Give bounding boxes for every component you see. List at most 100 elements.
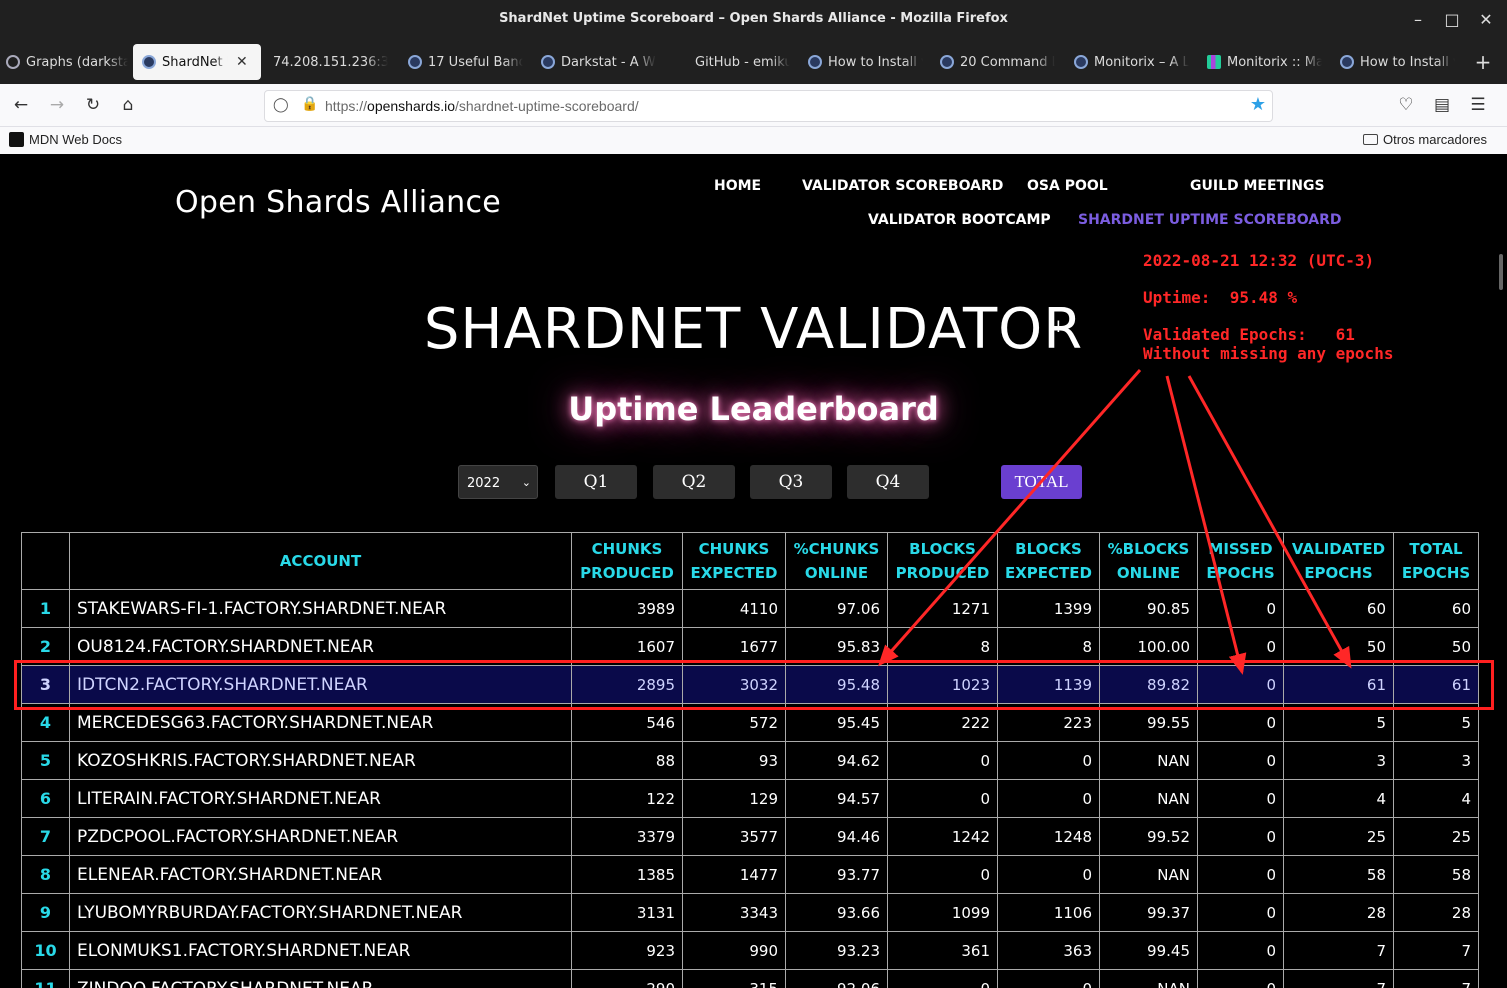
tab-6[interactable]: How to Install v [808, 44, 923, 80]
value-cell: 7 [1283, 931, 1394, 970]
header-account[interactable]: ACCOUNT [69, 532, 572, 590]
highlight-box [14, 660, 1494, 710]
tab-label: How to Install v [828, 54, 923, 70]
q3-button[interactable]: Q3 [750, 465, 832, 499]
tecmint-icon [1340, 55, 1354, 69]
q1-button[interactable]: Q1 [555, 465, 637, 499]
value-cell: 94.62 [785, 741, 888, 780]
monitorix-icon [1207, 55, 1221, 69]
header-pct-blocks-online[interactable]: %BLOCKS ONLINE [1099, 532, 1198, 590]
home-icon[interactable]: ⌂ [116, 93, 140, 117]
value-cell: 3 [1283, 741, 1394, 780]
close-tab-icon[interactable]: ✕ [236, 54, 248, 70]
tab-2[interactable]: 74.208.151.236:30 [273, 44, 388, 80]
tab-7[interactable]: 20 Command Lin [940, 44, 1055, 80]
maximize-icon[interactable]: □ [1442, 10, 1462, 30]
year-select[interactable]: 2022 ⌄ [458, 465, 538, 499]
header-line: VALIDATED [1291, 540, 1386, 558]
value-cell: 0 [887, 969, 998, 988]
header-line: BLOCKS [909, 540, 976, 558]
q4-button[interactable]: Q4 [847, 465, 929, 499]
value-cell: 28 [1283, 893, 1394, 932]
chevron-down-icon: ⌄ [521, 476, 531, 489]
tab-5[interactable]: GitHub - emikul [695, 44, 790, 80]
tab-3[interactable]: 17 Useful Bandw [408, 44, 523, 80]
close-window-icon[interactable]: ✕ [1476, 10, 1496, 30]
value-cell: 122 [571, 779, 683, 818]
tecmint-icon [541, 55, 555, 69]
tecmint-icon [808, 55, 822, 69]
value-cell: 58 [1393, 855, 1479, 894]
header-blocks-expected[interactable]: BLOCKS EXPECTED [997, 532, 1100, 590]
table-row: 6 LITERAIN.FACTORY.SHARDNET.NEAR 122 129 94.… [21, 779, 1479, 818]
site-icon [142, 55, 156, 69]
header-chunks-expected[interactable]: CHUNKS EXPECTED [682, 532, 786, 590]
reload-icon[interactable]: ↻ [81, 93, 105, 117]
value-cell: 0 [887, 779, 998, 818]
bookmark-label: Otros marcadores [1383, 132, 1488, 147]
forward-icon[interactable]: → [45, 93, 69, 117]
tab-1-active[interactable]: ShardNet Uptime ✕ [133, 44, 261, 80]
header-total-epochs[interactable]: TOTAL EPOCHS [1393, 532, 1479, 590]
header-line: %CHUNKS [793, 540, 880, 558]
value-cell: 363 [997, 931, 1100, 970]
sidebar-icon[interactable]: ▤ [1430, 93, 1454, 117]
menu-icon[interactable]: ☰ [1466, 93, 1490, 117]
lock-icon[interactable]: 🔒 [301, 96, 318, 112]
tab-4[interactable]: Darkstat - A Web [541, 44, 656, 80]
header-missed-epochs[interactable]: MISSED EPOCHS [1197, 532, 1284, 590]
tab-10[interactable]: How to Install v [1340, 44, 1455, 80]
value-cell: 1099 [887, 893, 998, 932]
header-line: PRODUCED [895, 564, 990, 582]
q2-button[interactable]: Q2 [653, 465, 735, 499]
scrollbar-thumb[interactable] [1499, 254, 1503, 290]
nav-guild-meetings[interactable]: GUILD MEETINGS [1190, 178, 1325, 194]
tab-0[interactable]: Graphs (darkstat [6, 44, 128, 80]
header-line: BLOCKS [1015, 540, 1082, 558]
site-brand[interactable]: Open Shards Alliance [175, 185, 501, 220]
tab-8[interactable]: Monitorix – A Li [1074, 44, 1189, 80]
value-cell: 0 [887, 855, 998, 894]
value-cell: 3131 [571, 893, 683, 932]
value-cell: 3577 [682, 817, 786, 856]
new-tab-icon[interactable]: + [1472, 50, 1494, 74]
web-page: Open Shards Alliance HOME VALIDATOR SCOR… [0, 154, 1507, 988]
value-cell: 0 [997, 855, 1100, 894]
header-blocks-produced[interactable]: BLOCKS PRODUCED [887, 532, 998, 590]
value-cell: 93 [682, 741, 786, 780]
value-cell: NAN [1099, 855, 1198, 894]
tab-label: ShardNet Uptime [162, 54, 228, 70]
window-title: ShardNet Uptime Scoreboard – Open Shards… [499, 11, 1008, 26]
header-pct-chunks-online[interactable]: %CHUNKS ONLINE [785, 532, 888, 590]
header-line: EPOCHS [1304, 564, 1373, 582]
tab-9[interactable]: Monitorix :: Mai [1207, 44, 1322, 80]
url-bar[interactable]: ◯ 🔒 https://openshards.io/shardnet-uptim… [264, 90, 1273, 122]
pocket-icon[interactable]: ♡ [1394, 93, 1418, 117]
minimize-icon[interactable]: – [1408, 10, 1428, 30]
nav-shardnet-uptime-scoreboard[interactable]: SHARDNET UPTIME SCOREBOARD [1078, 212, 1342, 228]
url-text[interactable]: https://openshards.io/shardnet-uptime-sc… [325, 98, 639, 114]
value-cell: 3989 [571, 589, 683, 628]
value-cell: NAN [1099, 969, 1198, 988]
bookmarks-bar: MDN Web Docs Otros marcadores [0, 127, 1507, 154]
value-cell: 1385 [571, 855, 683, 894]
nav-osa-pool[interactable]: OSA POOL [1027, 178, 1108, 194]
shield-icon[interactable]: ◯ [273, 97, 289, 113]
header-validated-epochs[interactable]: VALIDATED EPOCHS [1283, 532, 1394, 590]
rank-cell: 6 [21, 779, 70, 818]
nav-validator-scoreboard[interactable]: VALIDATOR SCOREBOARD [802, 178, 1003, 194]
header-chunks-produced[interactable]: CHUNKS PRODUCED [571, 532, 683, 590]
total-button[interactable]: TOTAL [1001, 465, 1082, 499]
bookmark-other-folder[interactable]: Otros marcadores [1363, 132, 1487, 147]
header-line: CHUNKS [698, 540, 770, 558]
url-path: /shardnet-uptime-scoreboard/ [454, 98, 639, 114]
account-cell: STAKEWARS-FI-1.FACTORY.SHARDNET.NEAR [69, 589, 572, 628]
back-icon[interactable]: ← [9, 93, 33, 117]
rank-cell: 7 [21, 817, 70, 856]
nav-validator-bootcamp[interactable]: VALIDATOR BOOTCAMP [868, 212, 1051, 228]
nav-home[interactable]: HOME [714, 178, 761, 194]
bookmark-mdn[interactable]: MDN Web Docs [9, 132, 122, 147]
value-cell: 0 [1197, 893, 1284, 932]
bookmark-star-icon[interactable]: ★ [1250, 94, 1266, 115]
rank-cell: 11 [21, 969, 70, 988]
